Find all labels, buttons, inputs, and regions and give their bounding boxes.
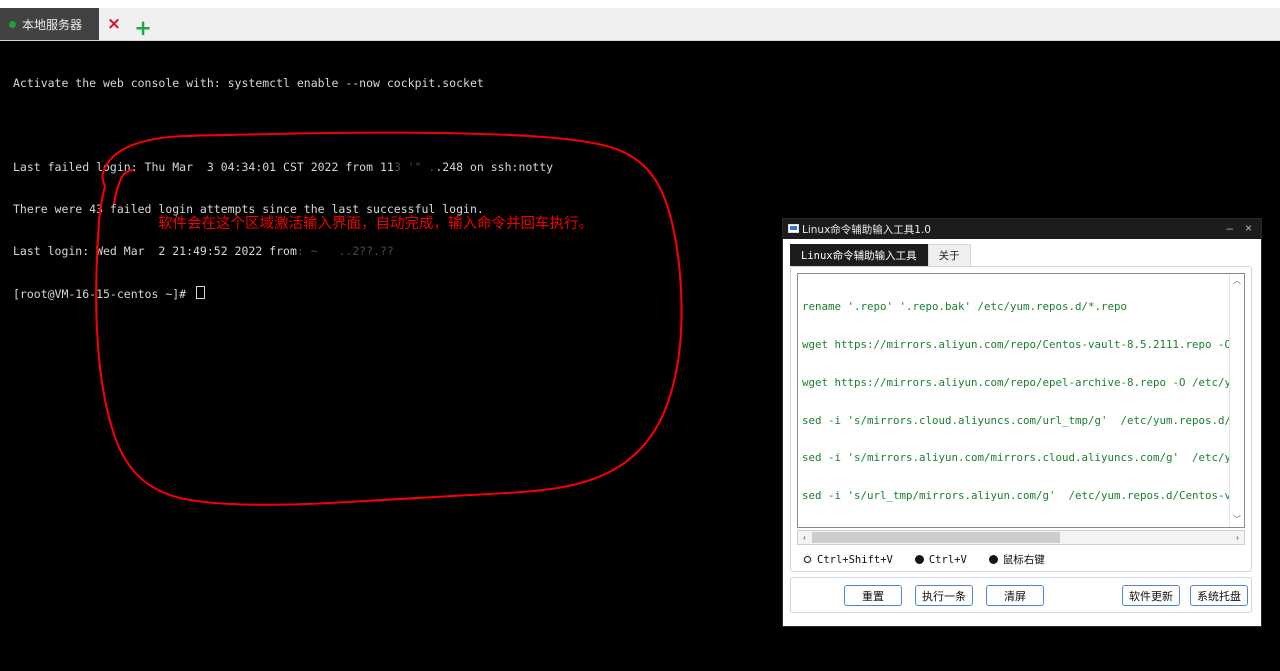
scroll-down-icon[interactable]: ﹀	[1230, 513, 1244, 527]
terminal-prompt-line: [root@VM-16-15-centos ~]#	[13, 286, 553, 301]
reset-button[interactable]: 重置	[844, 585, 902, 606]
system-tray-button[interactable]: 系统托盘	[1190, 585, 1248, 606]
terminal-line-text: Last login: Wed Mar 2 21:49:52 2022 from	[13, 244, 297, 258]
radio-dot	[988, 555, 998, 564]
command-line: sed -i 's/mirrors.cloud.aliyuncs.com/url…	[802, 413, 1230, 427]
radio-ctrl-shift-v-label: Ctrl+Shift+V	[817, 553, 893, 566]
text-cursor	[196, 286, 206, 299]
tab-local-server[interactable]: 本地服务器	[0, 8, 99, 40]
dialog-title-bar[interactable]: Linux命令辅助输入工具1.0 – ×	[783, 219, 1261, 239]
plus-icon[interactable]: +	[132, 18, 154, 39]
paste-mode-radio-group: Ctrl+Shift+V Ctrl+V 鼠标右键	[803, 552, 1067, 567]
command-editor-wrapper[interactable]: rename '.repo' '.repo.bak' /etc/yum.repo…	[797, 273, 1245, 528]
system-tray-button-label: 系统托盘	[1197, 589, 1241, 603]
execute-one-button[interactable]: 执行一条	[915, 585, 973, 606]
tab-local-server-label: 本地服务器	[22, 17, 83, 32]
command-panel: rename '.repo' '.repo.bak' /etc/yum.repo…	[790, 266, 1252, 572]
command-line: sed -i 's/mirrors.aliyun.com/mirrors.clo…	[802, 451, 1230, 465]
scroll-up-icon[interactable]: ︿	[1230, 274, 1244, 288]
terminal-line-text: Last failed login: Thu Mar 3 04:34:01 CS…	[13, 160, 394, 174]
minimize-icon[interactable]: –	[1226, 222, 1233, 234]
tab-about[interactable]: 关于	[927, 244, 971, 266]
terminal-line: Last failed login: Thu Mar 3 04:34:01 CS…	[13, 160, 553, 174]
terminal-output: Activate the web console with: systemctl…	[13, 48, 553, 328]
masked-ip: 3 '" .	[393, 160, 436, 174]
software-update-button-label: 软件更新	[1129, 589, 1173, 603]
tab-about-label: 关于	[938, 250, 960, 262]
radio-dot	[914, 555, 924, 564]
command-line: wget https://mirrors.aliyun.com/repo/Cen…	[802, 337, 1230, 351]
terminal-tab-bar: 本地服务器 × +	[0, 8, 1280, 41]
software-update-button[interactable]: 软件更新	[1122, 585, 1180, 606]
dialog-button-bar: 重置 执行一条 清屏 软件更新 系统托盘	[790, 577, 1252, 613]
execute-one-button-label: 执行一条	[922, 589, 966, 603]
annotation-label: 软件会在这个区域激活输入界面，自动完成，输入命令并回车执行。	[158, 216, 593, 232]
scroll-right-icon[interactable]: ›	[1231, 531, 1244, 544]
clear-screen-button-label: 清屏	[1004, 589, 1026, 603]
command-line: sed -i 's/url_tmp/mirrors.aliyun.com/g' …	[802, 489, 1230, 503]
scroll-left-icon[interactable]: ‹	[798, 531, 811, 544]
radio-ctrl-v-label: Ctrl+V	[928, 553, 967, 566]
terminal-line: Last login: Wed Mar 2 21:49:52 2022 from…	[13, 244, 553, 258]
dialog-tab-strip: Linux命令辅助输入工具 关于	[790, 244, 971, 266]
tab-linux-command-helper[interactable]: Linux命令辅助输入工具	[790, 244, 928, 266]
close-icon[interactable]: ×	[1245, 221, 1252, 235]
window-top-strip	[0, 0, 1280, 8]
radio-right-click-label: 鼠标右键	[1002, 554, 1045, 566]
dialog-title-text: Linux命令辅助输入工具1.0	[802, 223, 931, 236]
linux-command-helper-dialog: Linux命令辅助输入工具1.0 – × Linux命令辅助输入工具 关于 re…	[782, 218, 1262, 627]
masked-ip: : ~ ..2??.??	[296, 244, 394, 258]
radio-dot-selected	[803, 555, 812, 564]
editor-horizontal-scrollbar[interactable]: ‹ ›	[797, 530, 1245, 545]
scrollbar-thumb[interactable]	[812, 532, 1060, 543]
radio-right-click[interactable]: 鼠标右键	[988, 552, 1045, 567]
connection-status-dot	[9, 20, 16, 28]
terminal-line-tail: .248 on ssh:notty	[435, 160, 554, 174]
reset-button-label: 重置	[862, 589, 884, 603]
close-icon[interactable]: ×	[103, 16, 125, 34]
radio-ctrl-v[interactable]: Ctrl+V	[914, 553, 967, 566]
tab-linux-command-helper-label: Linux命令辅助输入工具	[801, 250, 917, 262]
shell-prompt: [root@VM-16-15-centos ~]#	[13, 287, 194, 301]
clear-screen-button[interactable]: 清屏	[986, 585, 1044, 606]
radio-ctrl-shift-v[interactable]: Ctrl+Shift+V	[803, 554, 893, 566]
command-line: wget https://mirrors.aliyun.com/repo/epe…	[802, 375, 1230, 389]
editor-vertical-scrollbar[interactable]: ︿ ﹀	[1229, 274, 1244, 527]
terminal-line: Activate the web console with: systemctl…	[13, 76, 484, 90]
command-line: rename '.repo' '.repo.bak' /etc/yum.repo…	[802, 300, 1128, 314]
dialog-body: Linux命令辅助输入工具 关于 rename '.repo' '.repo.b…	[783, 239, 1261, 625]
app-root: 本地服务器 × + Activate the web console with:…	[0, 0, 1280, 671]
command-editor[interactable]: rename '.repo' '.repo.bak' /etc/yum.repo…	[798, 274, 1230, 527]
monitor-icon	[788, 224, 799, 234]
